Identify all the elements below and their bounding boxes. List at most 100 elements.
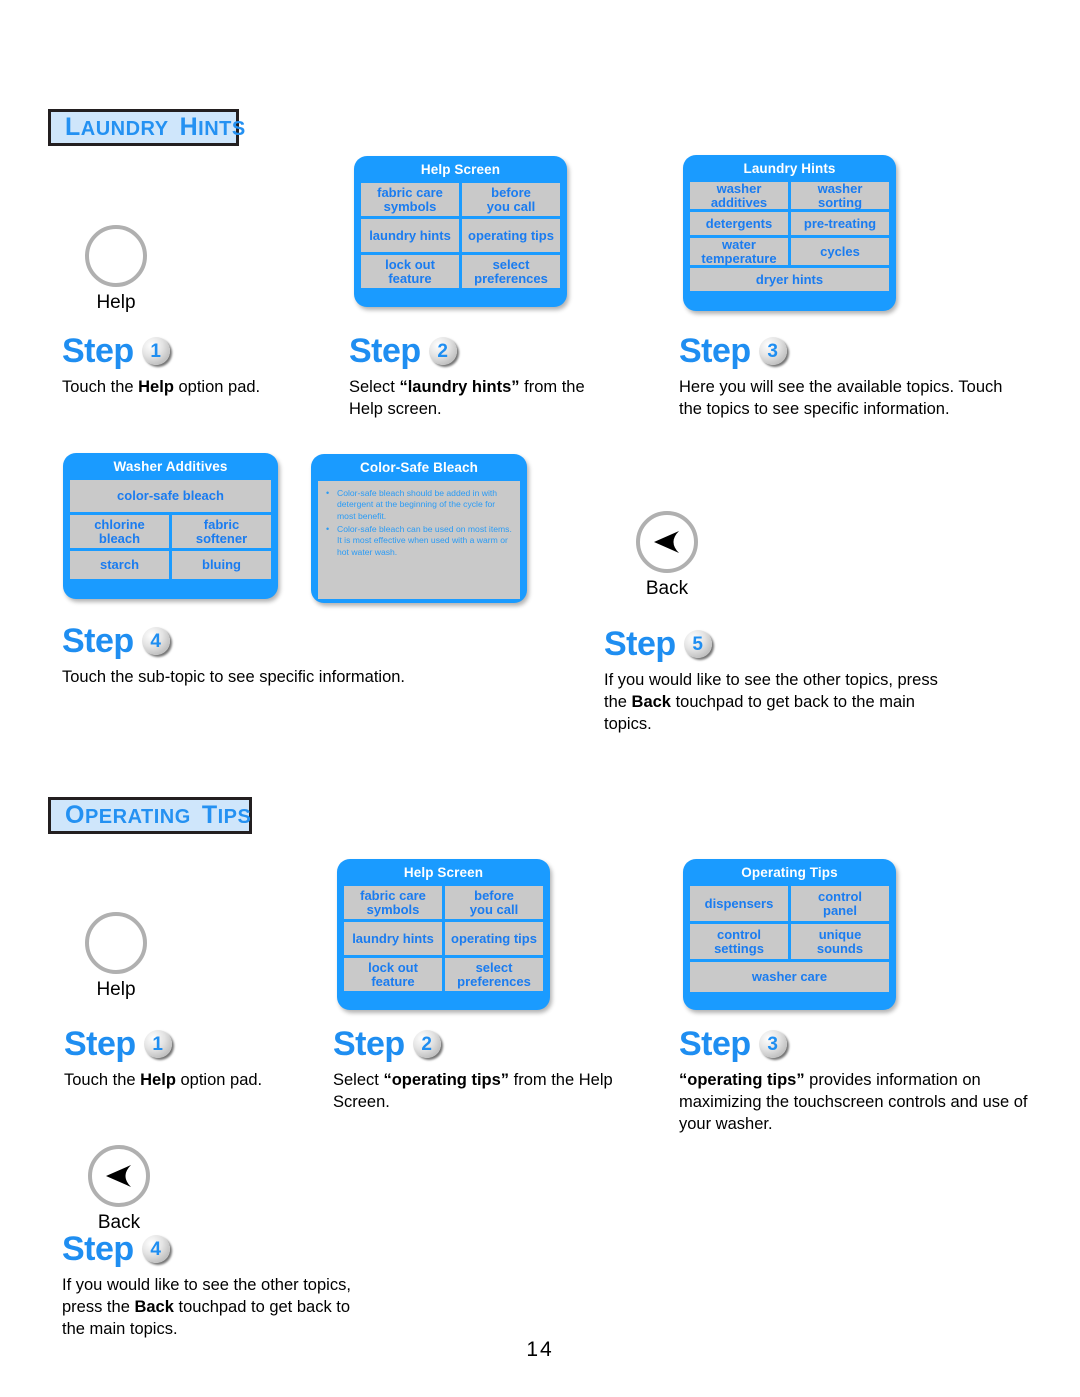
screen-row: control settings unique sounds <box>690 924 889 959</box>
screen-cell-washer-care[interactable]: washer care <box>690 962 889 992</box>
screen-cell-laundry-hints[interactable]: laundry hints <box>361 219 459 252</box>
back-pad-circle[interactable] <box>636 511 698 573</box>
screen-cell-control-settings[interactable]: control settings <box>690 924 788 959</box>
bullet-item: • Color-safe bleach can be used on most … <box>326 524 514 558</box>
screen-grid: fabric care symbols before you call laundr… <box>361 183 560 288</box>
screen-row: water temperature cycles <box>690 238 889 265</box>
screen-cell-bluing[interactable]: bluing <box>172 551 271 579</box>
screen-cell-operating-tips[interactable]: operating tips <box>445 922 543 955</box>
screen-text-area: • Color-safe bleach should be added in w… <box>318 481 520 599</box>
manual-page: LAUNDRY HINTS Help Help Screen fabric car… <box>0 0 1080 1397</box>
screen-grid: color-safe bleach chlorine bleach fabric s… <box>70 480 271 579</box>
step-number-badge: 2 <box>428 337 457 365</box>
bullet-text: Color-safe bleach can be used on most it… <box>337 524 512 557</box>
step-word: Step <box>62 1230 134 1268</box>
step-heading: Step 4 <box>62 1229 362 1269</box>
screen-cell-control-panel[interactable]: control panel <box>791 886 889 921</box>
section-header-word-2: TIPS <box>201 801 252 829</box>
screen-cell-fabric-softener[interactable]: fabric softener <box>172 515 271 548</box>
screen-cell-lock-out-feature[interactable]: lock out feature <box>344 958 442 991</box>
screen-grid: washer additives washer sorting detergents… <box>690 182 889 291</box>
step-word: Step <box>679 1025 751 1063</box>
help-option-pad-top[interactable]: Help <box>66 225 166 314</box>
section-header-laundry-hints: LAUNDRY HINTS <box>48 109 245 146</box>
screen-cell-unique-sounds[interactable]: unique sounds <box>791 924 889 959</box>
step-number-badge: 1 <box>141 337 170 365</box>
step-number-badge: 3 <box>758 337 787 365</box>
step-heading: Step 2 <box>349 331 599 371</box>
step-block-operating-4: Step 4 If you would like to see the othe… <box>62 1229 362 1340</box>
back-option-pad-bottom[interactable]: Back <box>69 1145 169 1234</box>
step-number-badge: 5 <box>683 630 712 658</box>
screen-cell-washer-sorting[interactable]: washer sorting <box>791 182 889 209</box>
screen-cell-laundry-hints[interactable]: laundry hints <box>344 922 442 955</box>
screen-title: Help Screen <box>420 162 501 177</box>
help-option-pad-bottom[interactable]: Help <box>66 912 166 1001</box>
screen-cell-chlorine-bleach[interactable]: chlorine bleach <box>70 515 169 548</box>
step-block-laundry-2: Step 2 Select “laundry hints” from the H… <box>349 331 599 421</box>
step-text: Select “laundry hints” from the Help scr… <box>349 378 585 418</box>
step-block-operating-2: Step 2 Select “operating tips” from the … <box>333 1024 643 1114</box>
screen-title: Laundry Hints <box>743 161 836 176</box>
bullet-dot-icon: • <box>326 488 330 498</box>
bullet-item: • Color-safe bleach should be added in w… <box>326 488 514 522</box>
screen-cell-operating-tips[interactable]: operating tips <box>462 219 560 252</box>
step-word: Step <box>62 622 134 660</box>
step-number-badge: 1 <box>143 1030 172 1058</box>
step-text: Here you will see the available topics. … <box>679 378 1003 418</box>
screen-cell-lock-out-feature[interactable]: lock out feature <box>361 255 459 288</box>
screen-cell-select-preferences[interactable]: select preferences <box>462 255 560 288</box>
step-block-operating-1: Step 1 Touch the Help option pad. <box>64 1024 329 1092</box>
screen-row: detergents pre-treating <box>690 212 889 235</box>
screen-row: color-safe bleach <box>70 480 271 512</box>
screen-cell-fabric-care-symbols[interactable]: fabric care symbols <box>361 183 459 216</box>
screen-cell-water-temperature[interactable]: water temperature <box>690 238 788 265</box>
step-word: Step <box>64 1025 136 1063</box>
screen-cell-color-safe-bleach[interactable]: color-safe bleach <box>70 480 271 512</box>
screen-title: Washer Additives <box>113 459 228 474</box>
section-header-word-1: OPERATING <box>65 801 191 829</box>
step-heading: Step 5 <box>604 624 964 664</box>
screen-row: washer additives washer sorting <box>690 182 889 209</box>
screen-row: fabric care symbols before you call <box>344 886 543 919</box>
step-block-laundry-4: Step 4 Touch the sub-topic to see specif… <box>62 621 492 689</box>
step-number-badge: 4 <box>141 1235 170 1263</box>
step-heading: Step 3 <box>679 1024 1029 1064</box>
screen-cell-cycles[interactable]: cycles <box>791 238 889 265</box>
touchscreen-laundry-hints: Laundry Hints washer additives washer sort… <box>683 155 896 311</box>
back-option-pad-top[interactable]: Back <box>617 511 717 600</box>
step-word: Step <box>604 625 676 663</box>
screen-title: Operating Tips <box>741 865 838 880</box>
screen-cell-detergents[interactable]: detergents <box>690 212 788 235</box>
help-pad-circle-icon[interactable] <box>85 912 147 974</box>
help-pad-label: Help <box>96 292 136 313</box>
step-text: Touch the Help option pad. <box>64 1071 263 1089</box>
screen-cell-pre-treating[interactable]: pre-treating <box>791 212 889 235</box>
step-number-badge: 4 <box>141 627 170 655</box>
screen-title: Help Screen <box>403 865 484 880</box>
bullet-dot-icon: • <box>326 524 330 535</box>
screen-cell-washer-additives[interactable]: washer additives <box>690 182 788 209</box>
back-pad-circle[interactable] <box>88 1145 150 1207</box>
screen-cell-before-you-call[interactable]: before you call <box>445 886 543 919</box>
help-pad-circle-icon[interactable] <box>85 225 147 287</box>
screen-cell-dryer-hints[interactable]: dryer hints <box>690 268 889 291</box>
step-word: Step <box>349 332 421 370</box>
page-number: 14 <box>526 1338 554 1361</box>
bullet-text: Color-safe bleach should be added in wit… <box>337 488 498 521</box>
back-arrow-icon <box>654 531 679 553</box>
screen-cell-fabric-care-symbols[interactable]: fabric care symbols <box>344 886 442 919</box>
screen-cell-select-preferences[interactable]: select preferences <box>445 958 543 991</box>
screen-cell-before-you-call[interactable]: before you call <box>462 183 560 216</box>
screen-grid: dispensers control panel control settings … <box>690 886 889 992</box>
touchscreen-washer-additives: Washer Additives color-safe bleach chlor… <box>63 453 278 599</box>
step-text: “operating tips” provides information on… <box>679 1071 1028 1133</box>
screen-grid: fabric care symbols before you call laundr… <box>344 886 543 991</box>
help-pad-label: Help <box>96 979 136 1000</box>
touchscreen-help-screen-top: Help Screen fabric care symbols before you… <box>354 156 567 307</box>
screen-cell-starch[interactable]: starch <box>70 551 169 579</box>
section-header-word-1: LAUNDRY <box>65 113 169 141</box>
section-header-word-2: HINTS <box>179 113 246 141</box>
screen-cell-dispensers[interactable]: dispensers <box>690 886 788 921</box>
step-block-laundry-5: Step 5 If you would like to see the othe… <box>604 624 964 735</box>
